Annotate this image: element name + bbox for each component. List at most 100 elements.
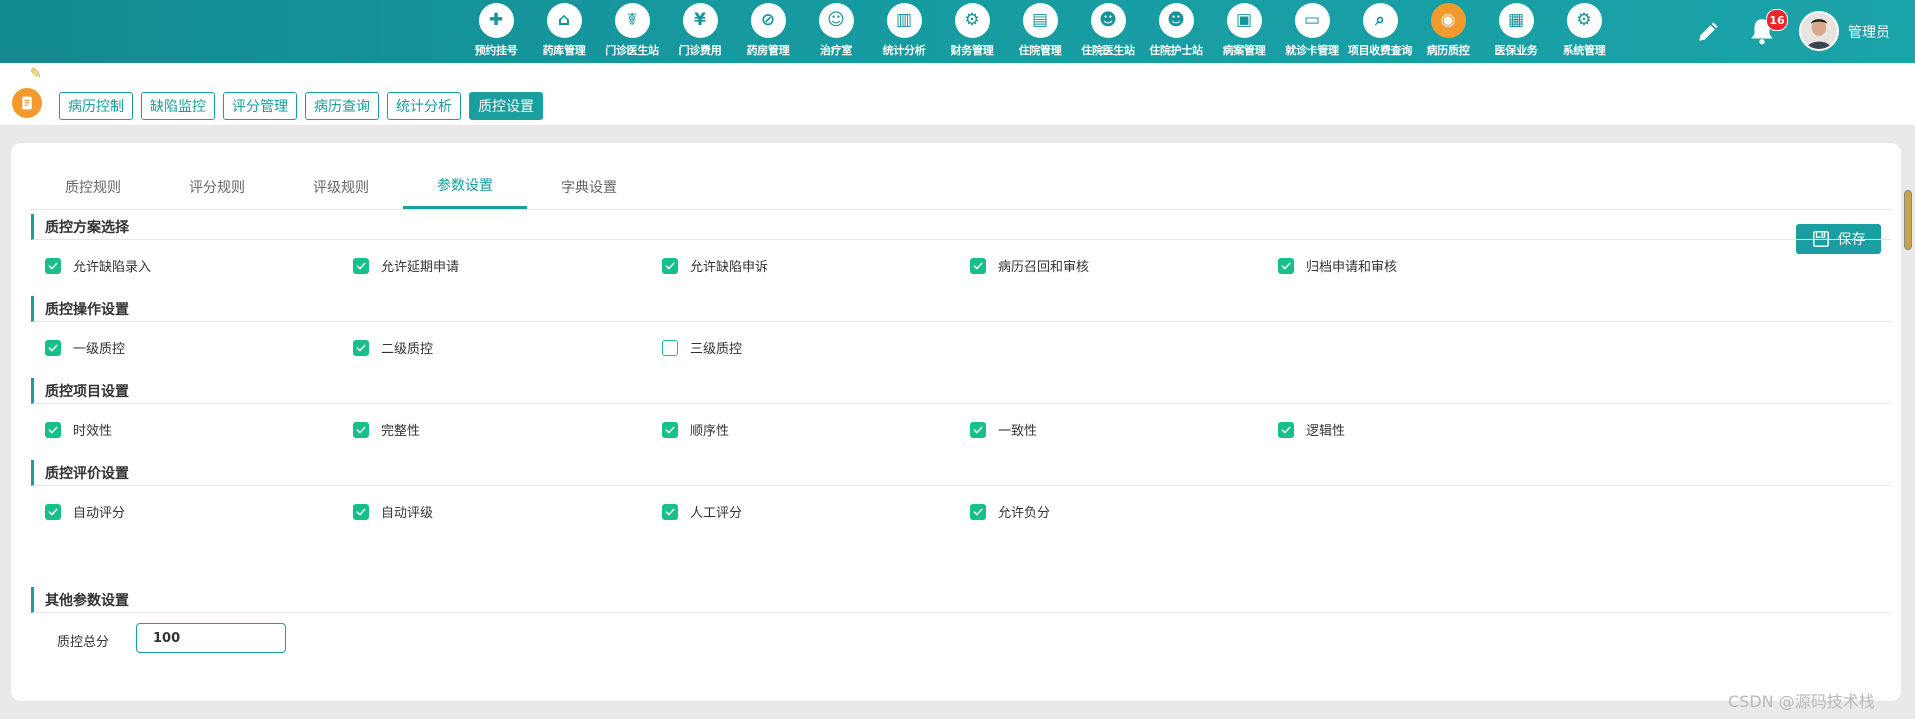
module-subtab-3[interactable]: 病历查询 xyxy=(305,92,379,120)
checkbox-option[interactable]: 允许缺陷申诉 xyxy=(662,256,768,275)
checkbox-checked-icon[interactable] xyxy=(45,257,61,274)
checkbox-checked-icon[interactable] xyxy=(353,339,369,356)
nav-item-3[interactable]: ¥ 门诊费用 xyxy=(666,3,734,63)
checkbox-checked-icon[interactable] xyxy=(1278,257,1294,274)
checkbox-checked-icon[interactable] xyxy=(662,421,678,438)
checkbox-option[interactable]: 三级质控 xyxy=(662,338,742,357)
nav-item-13[interactable]: ⌕ 项目收费查询 xyxy=(1346,3,1414,63)
checkbox-option[interactable]: 允许负分 xyxy=(970,502,1050,521)
checkbox-checked-icon[interactable] xyxy=(970,421,986,438)
checkbox-label: 允许负分 xyxy=(998,506,1051,521)
nav-item-5[interactable]: ☺ 治疗室 xyxy=(802,3,870,63)
nav-item-label: 门诊费用 xyxy=(678,44,722,57)
nav-item-label: 医保业务 xyxy=(1494,44,1538,57)
settings-tab-2[interactable]: 评级规则 xyxy=(279,164,403,209)
avatar[interactable] xyxy=(1799,11,1839,51)
checkbox-label: 允许缺陷申诉 xyxy=(690,260,769,275)
card-icon: ▭ xyxy=(1294,3,1330,38)
qc-total-score-input[interactable] xyxy=(136,623,286,653)
bar-chart-icon: ▥ xyxy=(886,3,922,38)
nav-item-label: 统计分析 xyxy=(882,44,926,57)
nav-item-label: 财务管理 xyxy=(950,44,994,57)
nav-item-12[interactable]: ▭ 就诊卡管理 xyxy=(1278,3,1346,63)
watermark: CSDN @源码技术栈 xyxy=(1728,692,1875,711)
checkbox-label: 逻辑性 xyxy=(1306,424,1346,439)
settings-section-1: 质控操作设置一级质控 二级质控 三级质控 xyxy=(31,296,1891,378)
section-title: 其他参数设置 xyxy=(31,587,1891,613)
section-body: 一级质控 二级质控 三级质控 xyxy=(31,322,1891,378)
checkbox-option[interactable]: 人工评分 xyxy=(662,502,742,521)
checkbox-checked-icon[interactable] xyxy=(662,503,678,520)
user-avatar-icon xyxy=(1801,13,1837,49)
hospital-bed-icon: ▤ xyxy=(1022,3,1058,38)
checkbox-option[interactable]: 允许延期申请 xyxy=(353,256,459,275)
nav-item-14[interactable]: ◉ 病历质控 xyxy=(1414,3,1482,63)
username-label[interactable]: 管理员 xyxy=(1848,22,1890,42)
top-navigation-bar: ✚ 预约挂号 ⌂ 药库管理 ☤ 门诊医生站 ¥ 门诊费用 ⊘ 药房管理 ☺ 治疗室 ▥ 统计分析 ⚙ 财务管理… xyxy=(0,0,1915,63)
checkbox-option[interactable]: 允许缺陷录入 xyxy=(45,256,151,275)
checkbox-option[interactable]: 顺序性 xyxy=(662,420,729,439)
qc-total-score-label: 质控总分 xyxy=(57,635,110,650)
checkbox-checked-icon[interactable] xyxy=(1278,421,1294,438)
checkbox-checked-icon[interactable] xyxy=(45,339,61,356)
checkbox-option[interactable]: 自动评级 xyxy=(353,502,433,521)
module-subtab-1[interactable]: 缺陷监控 xyxy=(141,92,215,120)
checkbox-unchecked-icon[interactable] xyxy=(662,339,678,356)
settings-gear-icon: ⚙ xyxy=(1566,3,1602,38)
nav-item-11[interactable]: ▣ 病案管理 xyxy=(1210,3,1278,63)
nav-item-10[interactable]: ☻ 住院护士站 xyxy=(1142,3,1210,63)
module-subtab-2[interactable]: 评分管理 xyxy=(223,92,297,120)
checkbox-option[interactable]: 二级质控 xyxy=(353,338,433,357)
module-subtab-5[interactable]: 质控设置 xyxy=(469,92,543,120)
settings-tab-0[interactable]: 质控规则 xyxy=(31,164,155,209)
checkbox-option[interactable]: 完整性 xyxy=(353,420,420,439)
inpatient-nurse-icon: ☻ xyxy=(1158,3,1194,38)
checkbox-checked-icon[interactable] xyxy=(45,503,61,520)
nav-item-label: 预约挂号 xyxy=(474,44,518,57)
checkbox-option[interactable]: 一致性 xyxy=(970,420,1037,439)
checkbox-label: 一致性 xyxy=(998,424,1038,439)
settings-tab-3[interactable]: 参数设置 xyxy=(403,164,527,209)
fee-search-icon: ⌕ xyxy=(1362,3,1398,38)
checkbox-label: 自动评分 xyxy=(73,506,126,521)
nav-item-2[interactable]: ☤ 门诊医生站 xyxy=(598,3,666,63)
checkbox-checked-icon[interactable] xyxy=(353,421,369,438)
checkbox-option[interactable]: 逻辑性 xyxy=(1278,420,1345,439)
module-subtab-0[interactable]: 病历控制 xyxy=(59,92,133,120)
pencil-icon[interactable] xyxy=(1696,18,1722,44)
nav-item-9[interactable]: ☻ 住院医生站 xyxy=(1074,3,1142,63)
nav-item-8[interactable]: ▤ 住院管理 xyxy=(1006,3,1074,63)
section-title: 质控操作设置 xyxy=(31,296,1891,322)
settings-tab-bar: 质控规则 评分规则 评级规则 参数设置 字典设置 xyxy=(31,164,1891,210)
nav-item-6[interactable]: ▥ 统计分析 xyxy=(870,3,938,63)
section-title: 质控项目设置 xyxy=(31,378,1891,404)
checkbox-checked-icon[interactable] xyxy=(45,421,61,438)
checkbox-option[interactable]: 一级质控 xyxy=(45,338,125,357)
checkbox-checked-icon[interactable] xyxy=(970,257,986,274)
settings-section-0: 质控方案选择 允许缺陷录入 允许延期申请 允许缺陷申诉 病历召回和审核 归档申请和审核 xyxy=(31,214,1891,296)
nav-item-label: 药库管理 xyxy=(542,44,586,57)
nav-item-16[interactable]: ⚙ 系统管理 xyxy=(1550,3,1618,63)
checkbox-checked-icon[interactable] xyxy=(970,503,986,520)
broom-icon[interactable]: ✎ xyxy=(30,66,42,82)
nav-item-7[interactable]: ⚙ 财务管理 xyxy=(938,3,1006,63)
insurance-card-icon: ▦ xyxy=(1498,3,1534,38)
page-scrollbar-thumb[interactable] xyxy=(1904,190,1912,250)
checkbox-option[interactable]: 自动评分 xyxy=(45,502,125,521)
checkbox-checked-icon[interactable] xyxy=(662,257,678,274)
nav-item-15[interactable]: ▦ 医保业务 xyxy=(1482,3,1550,63)
checkbox-option[interactable]: 病历召回和审核 xyxy=(970,256,1089,275)
nav-item-1[interactable]: ⌂ 药库管理 xyxy=(530,3,598,63)
nav-item-4[interactable]: ⊘ 药房管理 xyxy=(734,3,802,63)
module-subtab-4[interactable]: 统计分析 xyxy=(387,92,461,120)
nav-item-label: 住院管理 xyxy=(1018,44,1062,57)
checkbox-option[interactable]: 时效性 xyxy=(45,420,112,439)
warehouse-icon: ⌂ xyxy=(546,3,582,38)
checkbox-checked-icon[interactable] xyxy=(353,257,369,274)
settings-tab-1[interactable]: 评分规则 xyxy=(155,164,279,209)
checkbox-checked-icon[interactable] xyxy=(353,503,369,520)
nav-item-0[interactable]: ✚ 预约挂号 xyxy=(462,3,530,63)
checkbox-option[interactable]: 归档申请和审核 xyxy=(1278,256,1397,275)
settings-tab-4[interactable]: 字典设置 xyxy=(527,164,651,209)
checkbox-label: 三级质控 xyxy=(690,342,743,357)
